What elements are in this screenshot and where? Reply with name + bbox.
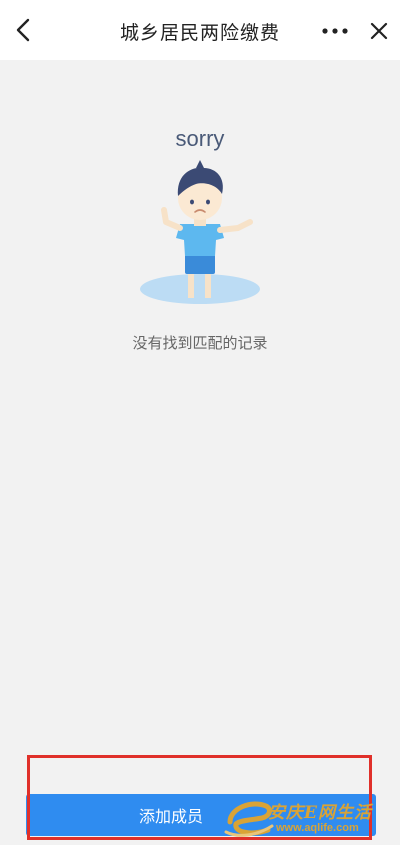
close-icon bbox=[370, 22, 388, 40]
navigation-bar: 城乡居民两险缴费 bbox=[0, 0, 400, 60]
sad-boy-illustration bbox=[140, 160, 260, 304]
more-horizontal-icon bbox=[322, 28, 348, 34]
sorry-label: sorry bbox=[175, 126, 225, 151]
empty-message: 没有找到匹配的记录 bbox=[132, 334, 268, 352]
add-member-button[interactable]: 添加成员 bbox=[26, 794, 376, 836]
more-button[interactable] bbox=[318, 16, 352, 46]
add-member-label: 添加成员 bbox=[138, 807, 203, 826]
content-area: sorry 没有找到匹配的记录 bbox=[0, 60, 400, 785]
close-button[interactable] bbox=[364, 16, 394, 46]
